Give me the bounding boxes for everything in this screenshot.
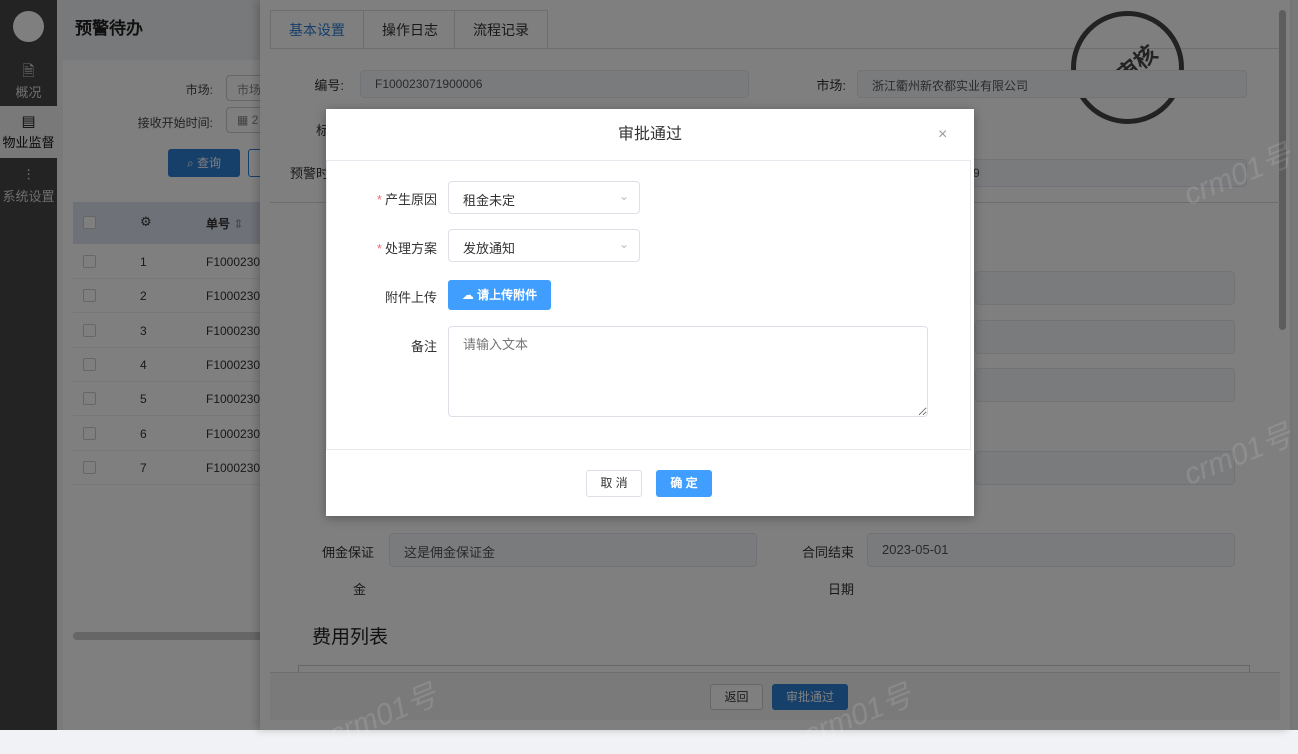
close-icon[interactable]: × xyxy=(938,126,947,144)
upload-label: 附件上传 xyxy=(384,290,437,305)
reason-value: 租金未定 xyxy=(463,193,516,208)
remark-label: 备注 xyxy=(410,339,437,354)
chevron-down-icon: ⌄ xyxy=(618,237,629,251)
reason-select[interactable]: 租金未定 ⌄ xyxy=(448,181,640,214)
upload-button-label: 请上传附件 xyxy=(477,288,538,302)
remark-textarea[interactable] xyxy=(448,326,928,417)
chevron-down-icon: ⌄ xyxy=(618,189,629,203)
dialog-title: 审批通过 xyxy=(617,126,682,143)
reason-label: * 产生原因 xyxy=(376,192,437,207)
upload-button[interactable]: ☁ 请上传附件 xyxy=(448,280,551,310)
approve-dialog: 审批通过 × * 产生原因 租金未定 ⌄ * 处理方案 发放通知 ⌄ 附件上传 ☁ 请上… xyxy=(326,109,974,516)
plan-label: * 处理方案 xyxy=(376,241,437,256)
cloud-upload-icon: ☁ xyxy=(461,288,478,302)
plan-value: 发放通知 xyxy=(463,241,516,256)
dialog-body: * 产生原因 租金未定 ⌄ * 处理方案 发放通知 ⌄ 附件上传 ☁ 请上传附件 备注 xyxy=(326,160,971,450)
confirm-button[interactable]: 确 定 xyxy=(656,470,712,497)
cancel-button[interactable]: 取 消 xyxy=(586,470,642,497)
plan-select[interactable]: 发放通知 ⌄ xyxy=(448,229,640,262)
